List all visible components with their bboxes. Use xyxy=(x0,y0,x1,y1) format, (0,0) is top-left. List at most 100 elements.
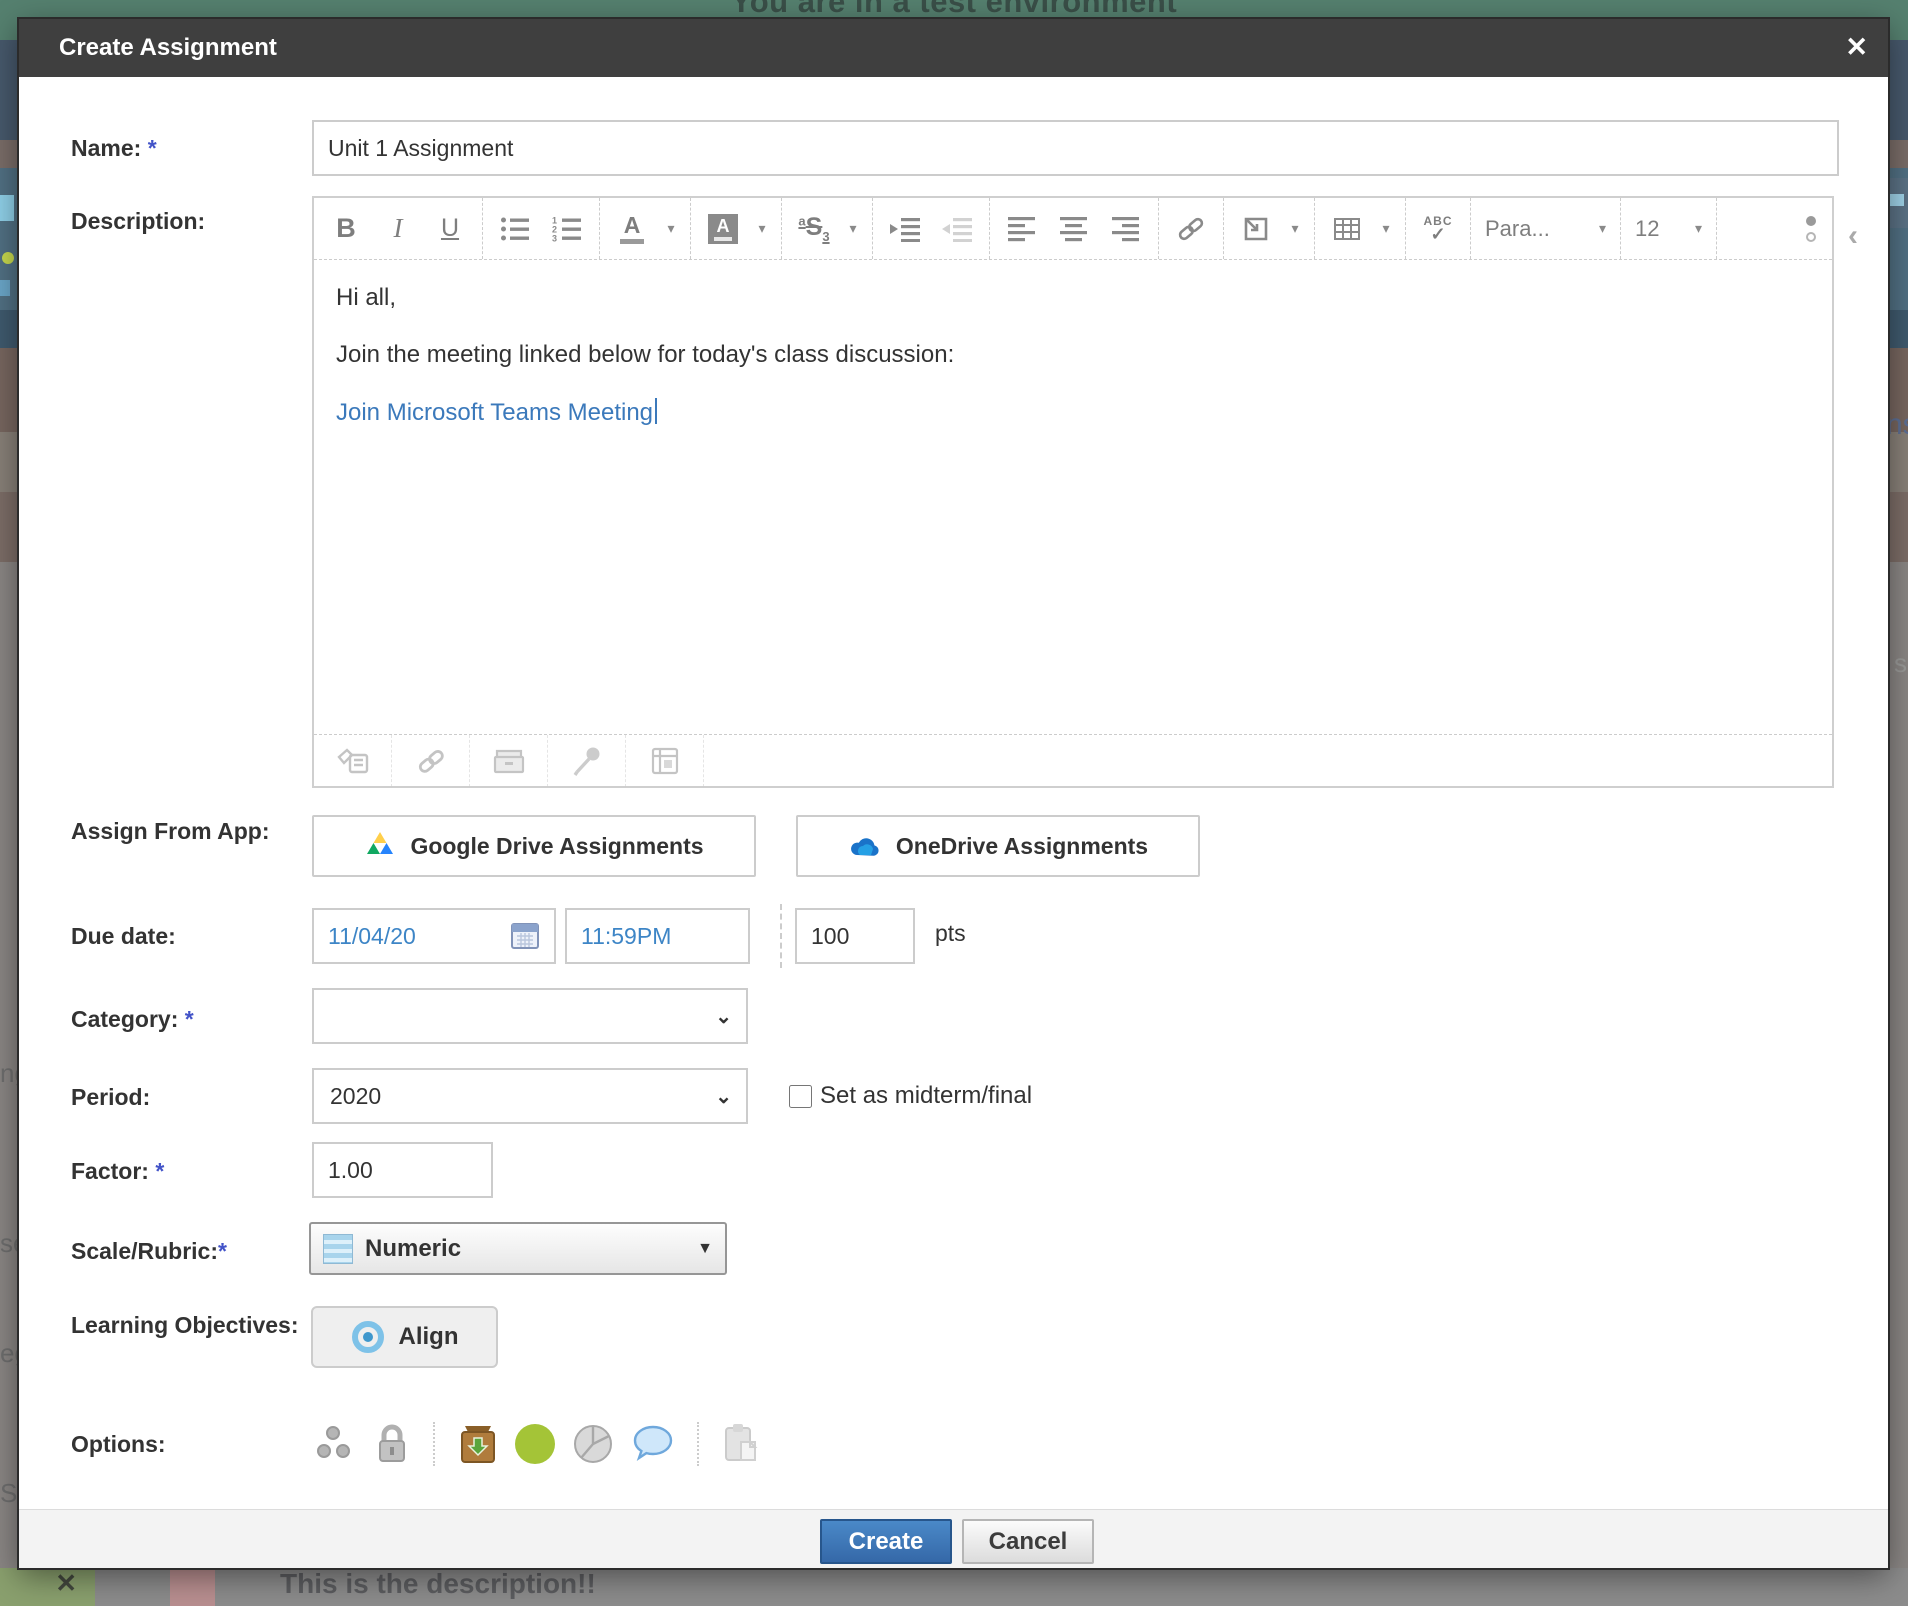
insert-content-icon[interactable] xyxy=(1230,206,1282,252)
background-chip xyxy=(0,280,10,296)
text-color-icon[interactable]: A xyxy=(606,206,658,252)
background-close-chip: ✕ xyxy=(0,1568,95,1606)
description-editor-content[interactable]: Hi all, Join the meeting linked below fo… xyxy=(314,260,1832,734)
toolbar-toggle-dots-icon[interactable] xyxy=(1806,216,1826,242)
period-select[interactable]: 2020 ⌄ xyxy=(312,1068,748,1124)
text-color-dropdown-icon[interactable]: ▾ xyxy=(658,206,684,252)
category-select[interactable]: ⌄ xyxy=(312,988,748,1044)
teams-meeting-link[interactable]: Join Microsoft Teams Meeting xyxy=(336,399,653,426)
comments-icon[interactable] xyxy=(631,1424,675,1464)
equation-icon[interactable] xyxy=(626,735,704,787)
align-target-icon xyxy=(351,1320,385,1354)
background-chip xyxy=(170,1568,215,1606)
editor-collapse-icon[interactable]: ‹ xyxy=(1848,219,1858,253)
record-audio-icon[interactable] xyxy=(548,735,626,787)
align-right-icon[interactable] xyxy=(1100,206,1152,252)
underline-icon[interactable]: U xyxy=(424,206,476,252)
align-objectives-button[interactable]: Align xyxy=(311,1306,498,1368)
editor-paragraph: Hi all, xyxy=(336,284,1810,312)
numeric-scale-icon xyxy=(323,1234,353,1264)
chevron-down-icon: ⌄ xyxy=(715,1004,732,1029)
align-left-icon[interactable] xyxy=(996,206,1048,252)
cancel-button[interactable]: Cancel xyxy=(962,1519,1094,1564)
midterm-checkbox-row: Set as midterm/final xyxy=(789,1068,1032,1124)
italic-icon[interactable]: I xyxy=(372,206,424,252)
individually-assign-icon[interactable] xyxy=(315,1423,357,1465)
category-label: Category: * xyxy=(71,1003,306,1036)
script-dropdown-icon[interactable]: ▾ xyxy=(840,206,866,252)
google-drive-icon xyxy=(364,831,396,861)
background-text-fragment: This is the description!! xyxy=(280,1568,596,1600)
resources-icon[interactable] xyxy=(470,735,548,787)
factor-label: Factor: * xyxy=(71,1155,306,1188)
insert-table-icon[interactable] xyxy=(1321,206,1373,252)
points-unit-label: pts xyxy=(935,920,966,947)
insert-content-dropdown-icon[interactable]: ▾ xyxy=(1282,206,1308,252)
name-input[interactable] xyxy=(312,120,1839,176)
factor-input[interactable] xyxy=(312,1142,493,1198)
editor-paragraph: Join the meeting linked below for today'… xyxy=(336,341,1810,369)
editor-insert-strip xyxy=(314,734,1832,787)
background-chip xyxy=(2,252,14,264)
due-date-label: Due date: xyxy=(71,920,306,953)
google-drive-assignments-button[interactable]: Google Drive Assignments xyxy=(312,815,756,877)
divider xyxy=(433,1422,435,1466)
create-button[interactable]: Create xyxy=(820,1519,952,1564)
svg-text:3: 3 xyxy=(552,233,557,242)
points-input[interactable] xyxy=(795,908,915,964)
text-caret xyxy=(655,398,657,424)
background-color-icon[interactable]: A xyxy=(697,206,749,252)
strikethrough-script-icon[interactable]: aS3 xyxy=(788,206,840,252)
chevron-down-icon: ▼ xyxy=(697,1240,713,1258)
assign-from-app-label: Assign From App: xyxy=(71,815,306,848)
dialog-header: Create Assignment ✕ xyxy=(19,19,1888,77)
font-size-dropdown[interactable]: 12 ▾ xyxy=(1621,198,1717,259)
insert-link-icon[interactable] xyxy=(392,735,470,787)
required-asterisk: * xyxy=(185,1006,194,1032)
required-asterisk: * xyxy=(218,1238,227,1264)
description-label: Description: xyxy=(71,205,306,238)
align-center-icon[interactable] xyxy=(1048,206,1100,252)
close-icon[interactable]: ✕ xyxy=(1845,19,1868,75)
required-asterisk: * xyxy=(155,1158,164,1184)
background-text-fragment: ns xyxy=(1886,408,1908,442)
onedrive-icon xyxy=(848,834,882,858)
grading-enabled-icon[interactable] xyxy=(515,1424,555,1464)
copy-to-sections-icon[interactable] xyxy=(721,1422,761,1466)
grade-statistics-icon[interactable] xyxy=(571,1422,615,1466)
lock-icon[interactable] xyxy=(373,1423,411,1465)
editor-toolbar: B I U 123 A ▾ A xyxy=(314,198,1832,260)
outdent-icon[interactable] xyxy=(931,206,983,252)
paragraph-format-dropdown[interactable]: Para... ▾ xyxy=(1471,198,1621,259)
background-chip xyxy=(0,195,14,221)
chevron-down-icon: ⌄ xyxy=(715,1084,732,1109)
scale-rubric-dropdown[interactable]: Numeric ▼ xyxy=(309,1222,727,1275)
options-row xyxy=(315,1419,761,1469)
calendar-icon[interactable] xyxy=(511,922,539,950)
dialog-title: Create Assignment xyxy=(59,19,277,77)
background-color-dropdown-icon[interactable]: ▾ xyxy=(749,206,775,252)
midterm-checkbox[interactable] xyxy=(789,1085,812,1108)
spellcheck-icon[interactable]: ABC✓ xyxy=(1412,206,1464,252)
name-label: Name: * xyxy=(71,132,306,165)
required-asterisk: * xyxy=(148,135,157,161)
due-time-input[interactable] xyxy=(565,908,750,964)
insert-media-icon[interactable] xyxy=(314,735,392,787)
chevron-down-icon: ▾ xyxy=(1599,220,1606,237)
background-mail-chip xyxy=(1888,178,1908,228)
test-environment-banner: You are in a test environment xyxy=(0,0,1908,20)
indent-icon[interactable] xyxy=(879,206,931,252)
options-label: Options: xyxy=(71,1428,306,1461)
insert-table-dropdown-icon[interactable]: ▾ xyxy=(1373,206,1399,252)
scale-rubric-label: Scale/Rubric:* xyxy=(71,1235,306,1268)
onedrive-assignments-button[interactable]: OneDrive Assignments xyxy=(796,815,1200,877)
insert-link-icon[interactable] xyxy=(1165,206,1217,252)
numbered-list-icon[interactable]: 123 xyxy=(541,206,593,252)
submissions-dropbox-icon[interactable] xyxy=(457,1422,499,1466)
period-label: Period: xyxy=(71,1081,306,1114)
divider xyxy=(780,904,782,968)
chevron-down-icon: ▾ xyxy=(1695,220,1702,237)
bold-icon[interactable]: B xyxy=(320,206,372,252)
description-editor: B I U 123 A ▾ A xyxy=(312,196,1834,788)
bullet-list-icon[interactable] xyxy=(489,206,541,252)
